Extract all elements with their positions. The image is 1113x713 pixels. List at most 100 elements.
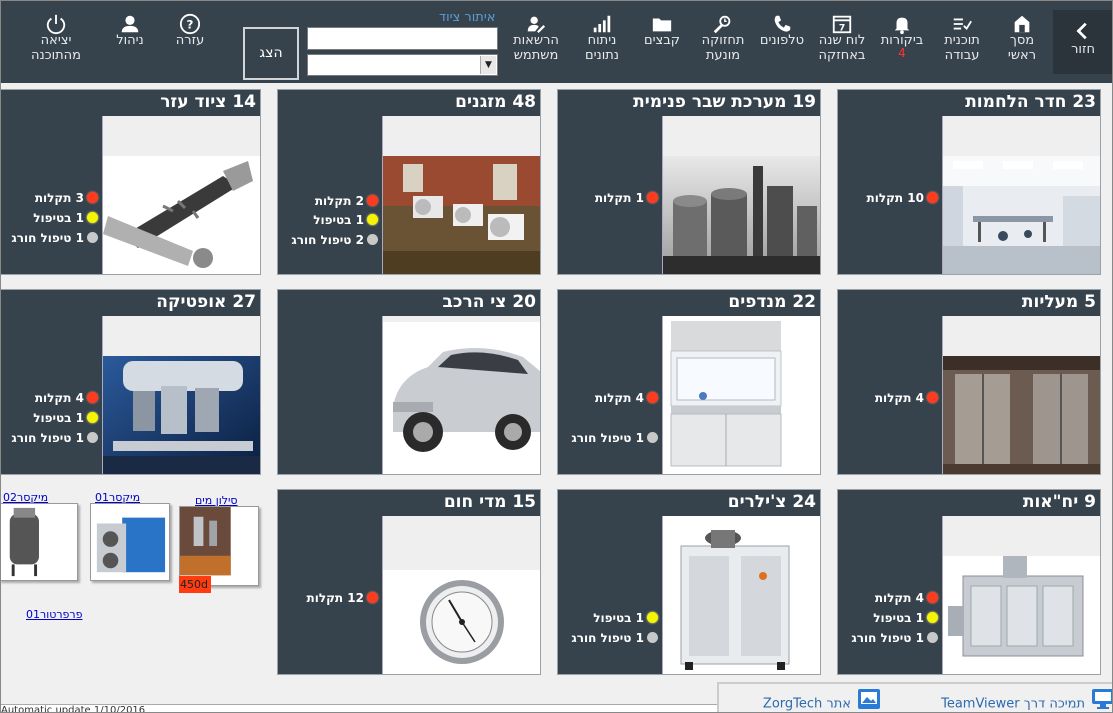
red-status-dot bbox=[87, 392, 98, 403]
files-button[interactable]: קבצים bbox=[634, 1, 690, 81]
dropdown-arrow-icon[interactable]: ▼ bbox=[480, 56, 496, 74]
category-card-optics[interactable]: 27 אופטיקה 4 תקלות 1 בטיפול 1 טיפול חורג bbox=[1, 289, 261, 475]
air-handler-image bbox=[942, 516, 1100, 674]
fume-hood-image bbox=[662, 316, 820, 474]
red-status-dot bbox=[927, 192, 938, 203]
faults-stat[interactable]: 4 תקלות bbox=[875, 391, 938, 405]
faults-stat[interactable]: 3 תקלות bbox=[35, 191, 98, 205]
card-title: 23 חדר הלחמות bbox=[965, 92, 1096, 112]
gray-status-dot bbox=[647, 632, 658, 643]
help-button[interactable]: ? עזרה bbox=[166, 1, 214, 81]
power-icon bbox=[14, 1, 98, 34]
in-treatment-stat[interactable]: 1 בטיפול bbox=[313, 213, 378, 227]
card-title: 48 מזגנים bbox=[455, 92, 536, 112]
user-permissions-button[interactable]: הרשאות משתמש bbox=[504, 1, 568, 81]
help-circle-icon: ? bbox=[166, 1, 214, 35]
phones-button[interactable]: טלפונים bbox=[754, 1, 810, 81]
category-card-thermometers[interactable]: 15 מדי חום 12 תקלות bbox=[277, 489, 541, 675]
app-window: חזור מסך ראשי תוכנית עבודה ביקורות 4 7 ל… bbox=[0, 0, 1113, 713]
card-title: 15 מדי חום bbox=[443, 492, 536, 512]
checklist-icon bbox=[934, 1, 990, 33]
home-icon bbox=[994, 1, 1050, 33]
admin-button[interactable]: ניהול bbox=[106, 1, 154, 81]
card-title: 24 צ'ילרים bbox=[727, 492, 816, 512]
red-status-dot bbox=[647, 192, 658, 203]
equipment-search-link[interactable]: איתור ציוד bbox=[439, 11, 495, 25]
microscope-image bbox=[102, 316, 260, 474]
gray-status-dot bbox=[367, 234, 378, 245]
faults-stat[interactable]: 1 תקלות bbox=[595, 191, 658, 205]
chiller-image bbox=[662, 516, 820, 674]
overdue-treatment-stat[interactable]: 1 טיפול חורג bbox=[571, 631, 658, 645]
tank-image[interactable] bbox=[1, 503, 78, 581]
phone-icon bbox=[754, 1, 810, 33]
equipment-search-select[interactable]: ▼ bbox=[307, 54, 498, 76]
category-card-auxiliary-equipment[interactable]: 14 ציוד עזר 3 תקלות 1 בטיפול 1 טיפול חור… bbox=[1, 89, 261, 275]
card-title: 9 יח"אות bbox=[1022, 492, 1096, 512]
faults-stat[interactable]: 12 תקלות bbox=[307, 591, 378, 605]
calendar-icon: 7 bbox=[812, 1, 872, 33]
toolbar: חזור מסך ראשי תוכנית עבודה ביקורות 4 7 ל… bbox=[1, 1, 1112, 83]
category-card-soldering-room[interactable]: 23 חדר הלחמות 10 תקלות bbox=[837, 89, 1101, 275]
yellow-status-dot bbox=[367, 214, 378, 225]
gray-status-dot bbox=[87, 432, 98, 443]
status-chip: 450d bbox=[179, 576, 211, 593]
exit-button[interactable]: יציאה מהתוכנה bbox=[14, 1, 98, 81]
water-jet-image[interactable] bbox=[179, 506, 259, 586]
yellow-status-dot bbox=[87, 212, 98, 223]
visits-count-badge: 4 bbox=[898, 46, 906, 60]
preventive-maintenance-button[interactable]: תחזוקה מונעת bbox=[694, 1, 752, 81]
category-card-air-handling-units[interactable]: 9 יח"אות 4 תקלות 1 בטיפול 1 טיפול חורג bbox=[837, 489, 1101, 675]
air-conditioners-image bbox=[382, 116, 540, 274]
in-treatment-stat[interactable]: 1 בטיפול bbox=[33, 411, 98, 425]
card-title: 22 מנדפים bbox=[728, 292, 816, 312]
red-status-dot bbox=[647, 392, 658, 403]
equipment-search-input[interactable] bbox=[307, 27, 498, 50]
overdue-treatment-stat[interactable]: 1 טיפול חורג bbox=[851, 631, 938, 645]
show-button[interactable]: הצג bbox=[243, 27, 299, 80]
overdue-treatment-stat[interactable]: 2 טיפול חורג bbox=[291, 233, 378, 247]
red-status-dot bbox=[367, 592, 378, 603]
category-card-chillers[interactable]: 24 צ'ילרים 1 בטיפול 1 טיפול חורג bbox=[557, 489, 821, 675]
car-image bbox=[382, 316, 540, 474]
gray-status-dot bbox=[647, 432, 658, 443]
faults-stat[interactable]: 4 תקלות bbox=[35, 391, 98, 405]
back-button[interactable]: חזור bbox=[1053, 10, 1112, 74]
bell-icon bbox=[874, 1, 930, 35]
user-edit-icon bbox=[504, 1, 568, 34]
category-card-vehicle-fleet[interactable]: 20 צי הרכב bbox=[277, 289, 541, 475]
workplan-button[interactable]: תוכנית עבודה bbox=[934, 1, 990, 81]
category-card-internal-system[interactable]: 19 מערכת שבר פנימית 1 תקלות bbox=[557, 89, 821, 275]
in-treatment-stat[interactable]: 1 בטיפול bbox=[593, 611, 658, 625]
card-title: 20 צי הרכב bbox=[442, 292, 536, 312]
red-status-dot bbox=[927, 592, 938, 603]
overdue-treatment-stat[interactable]: 1 טיפול חורג bbox=[11, 231, 98, 245]
faults-stat[interactable]: 4 תקלות bbox=[875, 591, 938, 605]
in-treatment-stat[interactable]: 1 בטיפול bbox=[873, 611, 938, 625]
faults-stat[interactable]: 2 תקלות bbox=[315, 194, 378, 208]
card-title: 5 מעליות bbox=[1021, 292, 1096, 312]
zorgtech-site-button[interactable]: אתר ZorgTech bbox=[731, 688, 881, 712]
faults-stat[interactable]: 10 תקלות bbox=[867, 191, 938, 205]
category-card-air-conditioners[interactable]: 48 מזגנים 2 תקלות 1 בטיפול 2 טיפול חורג bbox=[277, 89, 541, 275]
preparator-01-link[interactable]: פרפרטור01 bbox=[26, 608, 83, 621]
teamviewer-support-button[interactable]: תמיכה דרך TeamViewer bbox=[915, 688, 1112, 712]
red-status-dot bbox=[927, 392, 938, 403]
visits-button[interactable]: ביקורות 4 bbox=[874, 1, 930, 81]
silos-image bbox=[662, 116, 820, 274]
data-analysis-button[interactable]: ניתוח נתונים bbox=[574, 1, 630, 81]
category-card-elevators[interactable]: 5 מעליות 4 תקלות bbox=[837, 289, 1101, 475]
svg-text:7: 7 bbox=[839, 22, 845, 33]
category-card-fume-hoods[interactable]: 22 מנדפים 4 תקלות 1 טיפול חורג bbox=[557, 289, 821, 475]
red-status-dot bbox=[87, 192, 98, 203]
cleanroom-image bbox=[942, 116, 1100, 274]
annual-calendar-button[interactable]: 7 לוח שנה באחזקה bbox=[812, 1, 872, 81]
mixer-image[interactable] bbox=[90, 503, 170, 581]
overdue-treatment-stat[interactable]: 1 טיפול חורג bbox=[571, 431, 658, 445]
in-treatment-stat[interactable]: 1 בטיפול bbox=[33, 211, 98, 225]
gray-status-dot bbox=[87, 232, 98, 243]
home-button[interactable]: מסך ראשי bbox=[994, 1, 1050, 81]
faults-stat[interactable]: 4 תקלות bbox=[595, 391, 658, 405]
tools-image bbox=[102, 116, 260, 274]
overdue-treatment-stat[interactable]: 1 טיפול חורג bbox=[11, 431, 98, 445]
